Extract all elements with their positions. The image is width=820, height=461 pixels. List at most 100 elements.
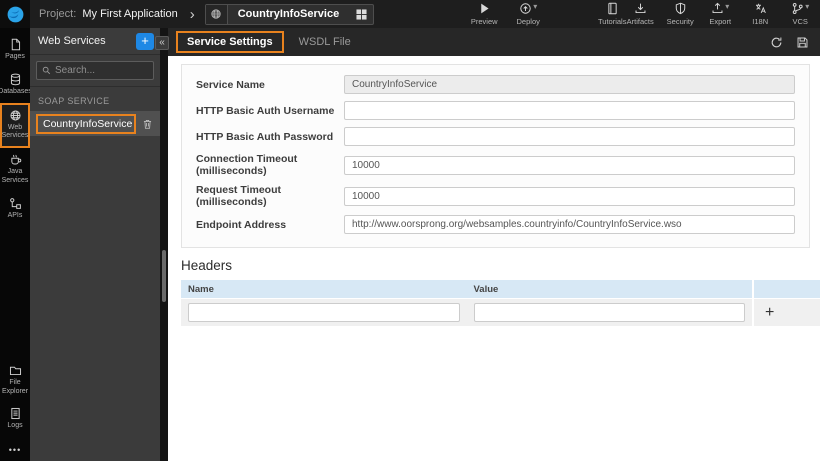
headers-section-title: Headers [181, 258, 233, 273]
form-row: HTTP Basic Auth Password [196, 127, 795, 146]
tab-bar-actions [770, 36, 809, 49]
search-icon [42, 66, 51, 75]
preview-label: Preview [470, 17, 498, 26]
security-button[interactable]: Security [666, 2, 694, 26]
sidebar-item-java-services[interactable]: Java Services [0, 148, 30, 192]
connection-timeout-field-label: Connection Timeout (milliseconds) [196, 153, 298, 177]
chevron-down-icon: ▾ [805, 2, 810, 11]
sidebar-item-web-services[interactable]: Web Services [0, 102, 30, 148]
artifacts-label: Artifacts [626, 17, 654, 26]
deploy-label: Deploy [516, 17, 540, 26]
open-service-tab[interactable]: CountryInfoService [204, 3, 375, 25]
sidebar-item-logs[interactable]: Logs [0, 402, 30, 437]
form-row: Endpoint Address [196, 215, 795, 234]
endpoint-address-field-label: Endpoint Address [196, 218, 287, 231]
http-username-input[interactable] [344, 101, 795, 120]
panel-divider: « [155, 28, 169, 461]
service-name-label[interactable]: CountryInfoService [36, 113, 136, 134]
i18n-button[interactable]: I18N [746, 2, 774, 26]
vcs-button[interactable]: ▾ VCS [786, 2, 814, 26]
sidebar-item-apis[interactable]: APIs [0, 192, 30, 227]
top-bar: Project: My First Application › CountryI… [0, 0, 820, 28]
i18n-label: I18N [752, 17, 769, 26]
git-branch-icon [792, 2, 803, 15]
rail-label: Web Services [1, 123, 29, 140]
chevron-down-icon: ▾ [533, 2, 538, 11]
project-prefix-label: Project: [39, 8, 77, 20]
connection-timeout-input[interactable] [344, 155, 795, 175]
request-timeout-input[interactable] [344, 186, 795, 206]
tutorials-label: Tutorials [597, 17, 627, 26]
header-col-name: Name [181, 280, 467, 298]
more-options-icon[interactable]: ••• [9, 437, 21, 457]
service-list-item[interactable]: CountryInfoService [30, 111, 160, 136]
http-password-input[interactable] [344, 127, 795, 146]
tab-wsdl-file[interactable]: WSDL File [290, 33, 360, 51]
tutorials-button[interactable]: Tutorials [598, 2, 626, 26]
rail-label: Pages [5, 53, 25, 60]
sidebar-item-pages[interactable]: Pages [0, 33, 30, 68]
search-wrap [30, 55, 160, 87]
form-row: HTTP Basic Auth Username [196, 101, 795, 120]
search-box[interactable] [36, 61, 154, 80]
sidebar-item-databases[interactable]: Databases [0, 68, 32, 103]
folder-icon [9, 366, 21, 375]
search-input[interactable] [55, 65, 148, 76]
deploy-button[interactable]: ▾ Deploy [514, 2, 542, 26]
reload-icon[interactable] [770, 36, 783, 49]
book-icon [608, 2, 617, 15]
table-row-actions: + [752, 299, 820, 326]
chevron-right-icon: › [189, 5, 195, 23]
web-services-panel: Web Services + SOAP SERVICE CountryInfoS… [30, 28, 160, 461]
header-col-value: Value [466, 280, 752, 298]
sidebar-item-file-explorer[interactable]: File Explorer [0, 359, 30, 403]
table-row [181, 299, 467, 326]
service-name-field-label: Service Name [196, 78, 265, 91]
panel-title: Web Services [38, 35, 106, 47]
coffee-cup-icon [10, 154, 21, 165]
upload-icon [712, 2, 723, 14]
left-icon-rail: Pages Databases Web Services Java Servic… [0, 28, 32, 461]
wavemaker-logo-icon [7, 6, 23, 22]
play-icon [480, 3, 489, 14]
export-label: Export [709, 17, 732, 26]
save-icon[interactable] [796, 36, 809, 49]
breadcrumb: Project: My First Application [39, 8, 178, 20]
soap-service-section-label: SOAP SERVICE [38, 96, 110, 106]
rail-label: Java Services [1, 168, 29, 184]
shield-icon [675, 2, 685, 15]
scrollbar-thumb[interactable] [162, 250, 166, 302]
rail-label: Databases [0, 87, 32, 95]
table-row [466, 299, 752, 326]
endpoint-address-input[interactable] [344, 215, 795, 234]
globe-icon [9, 109, 21, 121]
collapse-panel-button[interactable]: « [155, 36, 169, 50]
database-icon [10, 73, 20, 85]
add-service-button[interactable]: + [136, 32, 154, 50]
form-row: Service Name [196, 75, 795, 94]
add-header-button[interactable]: + [761, 304, 778, 320]
app-logo[interactable] [0, 0, 30, 28]
security-label: Security [666, 17, 694, 26]
export-button[interactable]: ▾ Export [706, 2, 734, 26]
header-value-input[interactable] [473, 303, 745, 322]
panel-header: Web Services + [30, 28, 160, 55]
headers-table: Name Value + [181, 280, 820, 326]
trash-icon[interactable] [142, 118, 153, 130]
service-settings-form: Service Name HTTP Basic Auth Username HT… [181, 64, 810, 248]
download-icon [635, 3, 646, 14]
form-row: Connection Timeout (milliseconds) [196, 153, 795, 177]
header-name-input[interactable] [188, 303, 460, 322]
project-name-label[interactable]: My First Application [82, 8, 177, 20]
artifacts-button[interactable]: Artifacts [626, 2, 654, 26]
service-tab-bar: Service Settings WSDL File [168, 28, 820, 56]
preview-button[interactable]: Preview [470, 2, 498, 26]
rail-label: File Explorer [1, 378, 29, 395]
request-timeout-field-label: Request Timeout (milliseconds) [196, 184, 281, 208]
translate-icon [755, 3, 766, 14]
service-tab-label: CountryInfoService [237, 8, 340, 20]
main-area: Service Settings WSDL File Service Name … [168, 28, 820, 461]
api-connector-icon [9, 197, 21, 209]
grid-icon[interactable] [349, 8, 373, 20]
tab-service-settings[interactable]: Service Settings [176, 31, 284, 53]
